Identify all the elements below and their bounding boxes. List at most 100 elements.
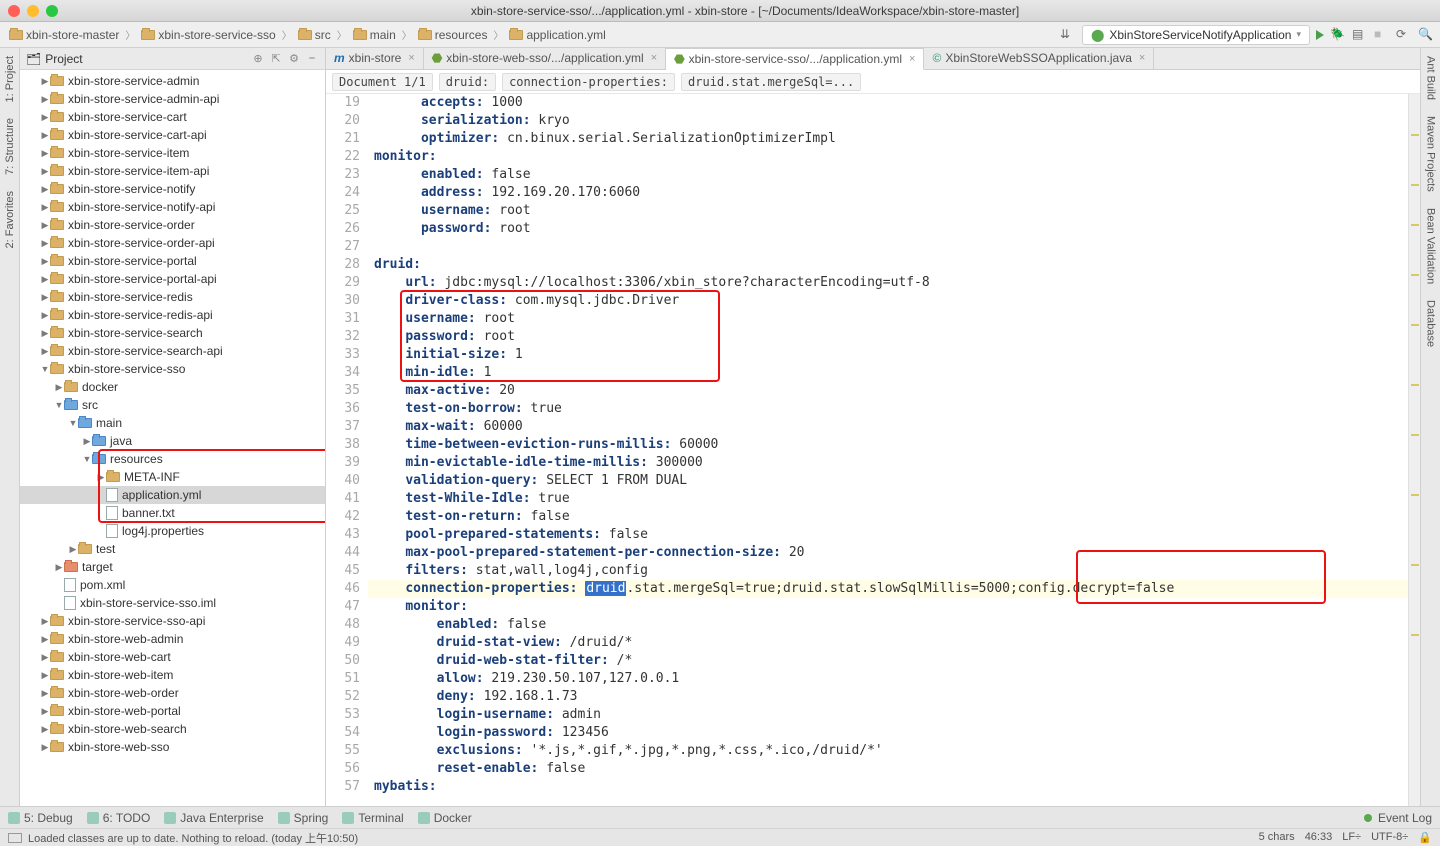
editor-tab[interactable]: ⬣xbin-store-web-sso/.../application.yml× [424,47,666,69]
tree-node[interactable]: ▶xbin-store-service-item [20,144,325,162]
breadcrumb-box[interactable]: Document 1/1 [332,73,433,91]
collapse-all-icon[interactable]: ⇱ [269,52,283,66]
tool-window-button[interactable]: Spring [278,811,329,825]
update-button[interactable]: ⟳ [1396,27,1412,43]
tree-node[interactable]: ▶xbin-store-service-item-api [20,162,325,180]
tool-window-button[interactable]: Maven Projects [1425,114,1437,194]
scroll-from-source-icon[interactable]: ⊕ [251,52,265,66]
tree-node[interactable]: ▶target [20,558,325,576]
tree-node[interactable]: ▶docker [20,378,325,396]
tree-node[interactable]: ▶xbin-store-service-sso-api [20,612,325,630]
breadcrumb: xbin-store-master〉xbin-store-service-sso… [6,27,609,43]
tree-node[interactable]: ▶xbin-store-web-sso [20,738,325,756]
event-log-button[interactable]: Event Log [1378,811,1432,825]
breadcrumb-box[interactable]: druid.stat.mergeSql=... [681,73,861,91]
tree-node[interactable]: pom.xml [20,576,325,594]
breadcrumb-item[interactable]: xbin-store-service-sso [138,27,278,43]
line-gutter: 1920212223242526272829303132333435363738… [326,94,368,806]
debug-button[interactable]: 🪲 [1330,27,1346,43]
tool-window-button[interactable]: 6: TODO [87,811,151,825]
breadcrumb-box[interactable]: druid: [439,73,496,91]
code-area[interactable]: 1920212223242526272829303132333435363738… [326,94,1420,806]
breadcrumb-item[interactable]: application.yml [506,27,608,43]
tree-node[interactable]: ▼src [20,396,325,414]
caret-position[interactable]: 46:33 [1305,831,1333,844]
tree-node[interactable]: ▶xbin-store-service-cart-api [20,126,325,144]
inspection-indicator[interactable]: 🔒 [1418,831,1432,844]
tree-node[interactable]: ▶xbin-store-web-portal [20,702,325,720]
tree-node[interactable]: ▶xbin-store-web-cart [20,648,325,666]
tool-window-button[interactable]: Bean Validation [1425,206,1437,286]
tool-window-button[interactable]: Java Enterprise [164,811,263,825]
tree-node[interactable]: ▶xbin-store-service-portal [20,252,325,270]
settings-icon[interactable]: ⚙ [287,52,301,66]
close-tab-icon[interactable]: × [909,53,915,65]
minimize-window[interactable] [27,5,39,17]
status-bar: Loaded classes are up to date. Nothing t… [0,828,1440,846]
coverage-button[interactable]: ▤ [1352,27,1368,43]
tree-node[interactable]: ▼xbin-store-service-sso [20,360,325,378]
tool-window-button[interactable]: 5: Debug [8,811,73,825]
tree-node[interactable]: ▼main [20,414,325,432]
tree-node[interactable]: ▶test [20,540,325,558]
file-encoding[interactable]: UTF-8÷ [1371,831,1408,844]
tree-node[interactable]: ▶xbin-store-service-order-api [20,234,325,252]
tree-node[interactable]: ▶xbin-store-service-redis [20,288,325,306]
tree-node[interactable]: ▶xbin-store-service-notify-api [20,198,325,216]
tree-node[interactable]: log4j.properties [20,522,325,540]
project-view-label[interactable]: Project [45,52,247,66]
error-stripe[interactable] [1408,94,1420,806]
close-tab-icon[interactable]: × [651,52,657,64]
breadcrumb-box[interactable]: connection-properties: [502,73,675,91]
tree-node[interactable]: ▶xbin-store-web-order [20,684,325,702]
stop-button[interactable]: ■ [1374,27,1390,43]
tree-node[interactable]: xbin-store-service-sso.iml [20,594,325,612]
close-window[interactable] [8,5,20,17]
run-config-selector[interactable]: ⬤ XbinStoreServiceNotifyApplication ▾ [1082,25,1310,45]
zoom-window[interactable] [46,5,58,17]
tree-node[interactable]: ▶xbin-store-service-search [20,324,325,342]
make-button[interactable]: ⇊ [1060,27,1076,43]
breadcrumb-item[interactable]: src [295,27,334,43]
tree-node[interactable]: ▶xbin-store-service-order [20,216,325,234]
close-tab-icon[interactable]: × [1139,52,1145,64]
tree-node[interactable]: ▶xbin-store-web-admin [20,630,325,648]
close-tab-icon[interactable]: × [408,52,414,64]
titlebar: xbin-store-service-sso/.../application.y… [0,0,1440,22]
tree-node[interactable]: ▶xbin-store-service-search-api [20,342,325,360]
tool-window-button[interactable]: 7: Structure [4,116,16,177]
breadcrumb-item[interactable]: xbin-store-master [6,27,122,43]
tree-node[interactable]: ▶java [20,432,325,450]
tree-node[interactable]: ▶xbin-store-service-notify [20,180,325,198]
tree-node[interactable]: ▶xbin-store-service-redis-api [20,306,325,324]
tool-window-button[interactable]: 1: Project [4,54,16,104]
breadcrumb-item[interactable]: resources [415,27,491,43]
editor-tab[interactable]: mxbin-store× [326,47,424,69]
tree-node[interactable]: application.yml [20,486,325,504]
tool-window-button[interactable]: Ant Build [1425,54,1437,102]
tool-window-button[interactable]: Terminal [342,811,403,825]
tree-node[interactable]: ▶xbin-store-web-item [20,666,325,684]
tree-node[interactable]: ▶xbin-store-web-search [20,720,325,738]
tree-node[interactable]: banner.txt [20,504,325,522]
tree-node[interactable]: ▶xbin-store-service-admin-api [20,90,325,108]
search-everywhere-button[interactable]: 🔍 [1418,27,1434,43]
editor-tab[interactable]: ©XbinStoreWebSSOApplication.java× [924,47,1154,69]
editor-tab[interactable]: ⬣xbin-store-service-sso/.../application.… [666,48,924,70]
code-content[interactable]: accepts: 1000 serialization: kryo optimi… [368,94,1408,806]
tree-node[interactable]: ▼resources [20,450,325,468]
tree-node[interactable]: ▶xbin-store-service-cart [20,108,325,126]
breadcrumb-item[interactable]: main [350,27,399,43]
tree-node[interactable]: ▶xbin-store-service-portal-api [20,270,325,288]
tool-window-button[interactable]: 2: Favorites [4,189,16,250]
tool-window-button[interactable]: Docker [418,811,472,825]
tool-window-button[interactable]: Database [1425,298,1437,349]
project-header: 🗂 Project ⊕ ⇱ ⚙ ⎯ [20,48,325,70]
status-icon[interactable] [8,833,22,843]
hide-panel-icon[interactable]: ⎯ [305,52,319,66]
line-ending[interactable]: LF÷ [1342,831,1361,844]
project-tree[interactable]: ▶xbin-store-service-admin▶xbin-store-ser… [20,70,325,806]
tree-node[interactable]: ▶META-INF [20,468,325,486]
tree-node[interactable]: ▶xbin-store-service-admin [20,72,325,90]
run-button[interactable] [1316,30,1324,40]
